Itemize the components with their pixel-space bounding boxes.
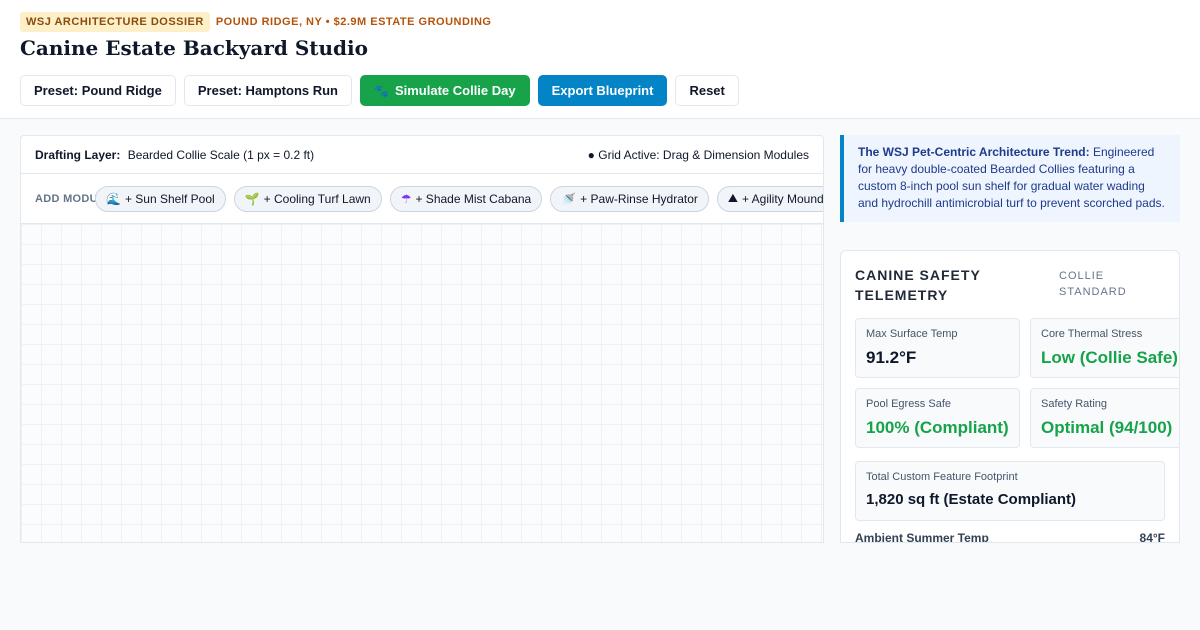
- ambient-temp-value: 84°F: [1139, 531, 1165, 543]
- core-thermal-stress-label: Core Thermal Stress: [1041, 328, 1143, 340]
- trend-lead: The WSJ Pet-Centric Architecture Trend:: [858, 145, 1090, 159]
- simulate-collie-day-button[interactable]: 🐾 Simulate Collie Day: [360, 75, 530, 106]
- max-surface-temp-value: 91.2°F: [866, 348, 917, 367]
- safety-rating-value: Optimal (94/100): [1041, 418, 1173, 437]
- telemetry-title: CANINE SAFETY TELEMETRY: [855, 267, 981, 303]
- reset-button[interactable]: Reset: [675, 75, 739, 106]
- pool-egress-value: 100% (Compliant): [866, 418, 1009, 437]
- page-title: Canine Estate Backyard Studio: [20, 36, 368, 60]
- simulate-label: Simulate Collie Day: [394, 83, 516, 98]
- drafting-layer-info: Drafting Layer: Bearded Collie Scale (1 …: [35, 148, 314, 162]
- shower-icon: 🚿: [561, 191, 577, 206]
- feature-footprint-card: Total Custom Feature Footprint 1,820 sq …: [855, 461, 1165, 521]
- add-agility-mound-chip[interactable]: ⛰ + Agility Mound: [716, 185, 823, 212]
- add-cooling-turf-lawn-chip[interactable]: 🌱 + Cooling Turf Lawn: [233, 185, 382, 212]
- ambient-temp-row: Ambient Summer Temp 84°F: [855, 531, 1165, 543]
- chip-label: + Shade Mist Cabana: [415, 191, 532, 206]
- drafting-layer-label: Drafting Layer:: [35, 147, 121, 162]
- chip-label: + Sun Shelf Pool: [124, 191, 215, 206]
- wave-icon: 🌊: [106, 191, 121, 206]
- telemetry-standard: COLLIE STANDARD: [1059, 270, 1127, 298]
- safety-rating-card: Safety Rating Optimal (94/100): [1030, 388, 1179, 448]
- mountain-icon: ⛰: [727, 191, 738, 205]
- seedling-icon: 🌱: [244, 191, 260, 206]
- location-kicker: POUND RIDGE, NY • $2.9M ESTATE GROUNDING: [215, 16, 492, 28]
- feature-footprint-label: Total Custom Feature Footprint: [866, 471, 1018, 483]
- page-header: WSJ ARCHITECTURE DOSSIER POUND RIDGE, NY…: [0, 0, 1200, 119]
- preset-hamptons-run-button[interactable]: Preset: Hamptons Run: [183, 75, 352, 106]
- trend-callout: The WSJ Pet-Centric Architecture Trend: …: [840, 135, 1180, 222]
- chip-label: + Paw-Rinse Hydrator: [580, 191, 698, 206]
- add-module-label: ADD MODULE:: [35, 192, 117, 205]
- pool-egress-card: Pool Egress Safe 100% (Compliant): [855, 388, 1020, 448]
- export-blueprint-button[interactable]: Export Blueprint: [537, 75, 668, 106]
- add-sun-shelf-pool-chip[interactable]: 🌊 + Sun Shelf Pool: [95, 185, 226, 212]
- drafting-layer-bar: Drafting Layer: Bearded Collie Scale (1 …: [21, 136, 823, 174]
- safety-rating-label: Safety Rating: [1041, 398, 1108, 410]
- drafting-layer-value: Bearded Collie Scale (1 px = 0.2 ft): [127, 147, 315, 162]
- core-thermal-stress-value: Low (Collie Safe): [1041, 348, 1178, 367]
- core-thermal-stress-card: Core Thermal Stress Low (Collie Safe): [1030, 318, 1179, 378]
- max-surface-temp-card: Max Surface Temp 91.2°F: [855, 318, 1020, 378]
- max-surface-temp-label: Max Surface Temp: [866, 328, 958, 340]
- pool-egress-label: Pool Egress Safe: [866, 398, 951, 410]
- add-shade-mist-cabana-chip[interactable]: ☂ + Shade Mist Cabana: [389, 185, 543, 212]
- chip-label: + Cooling Turf Lawn: [263, 191, 371, 206]
- module-bar: ADD MODULE: 🌊 + Sun Shelf Pool 🌱 + Cooli…: [21, 174, 823, 224]
- paw-icon: 🐾: [374, 83, 389, 98]
- grid-status: ● Grid Active: Drag & Dimension Modules: [587, 147, 809, 162]
- canine-safety-telemetry-panel: CANINE SAFETY TELEMETRY COLLIE STANDARD …: [840, 250, 1180, 543]
- dossier-badge: WSJ ARCHITECTURE DOSSIER: [20, 12, 210, 32]
- add-paw-rinse-hydrator-chip[interactable]: 🚿 + Paw-Rinse Hydrator: [550, 185, 709, 212]
- umbrella-icon: ☂: [400, 191, 412, 206]
- kicker-row: WSJ ARCHITECTURE DOSSIER POUND RIDGE, NY…: [20, 12, 492, 32]
- chip-label: + Agility Mound: [741, 191, 823, 206]
- preset-pound-ridge-button[interactable]: Preset: Pound Ridge: [20, 75, 176, 106]
- drafting-grid[interactable]: [21, 224, 823, 542]
- feature-footprint-value: 1,820 sq ft (Estate Compliant): [866, 491, 1077, 508]
- toolbar: Preset: Pound Ridge Preset: Hamptons Run…: [20, 75, 739, 106]
- ambient-temp-label: Ambient Summer Temp: [855, 531, 989, 543]
- drafting-canvas-panel: Drafting Layer: Bearded Collie Scale (1 …: [20, 135, 824, 543]
